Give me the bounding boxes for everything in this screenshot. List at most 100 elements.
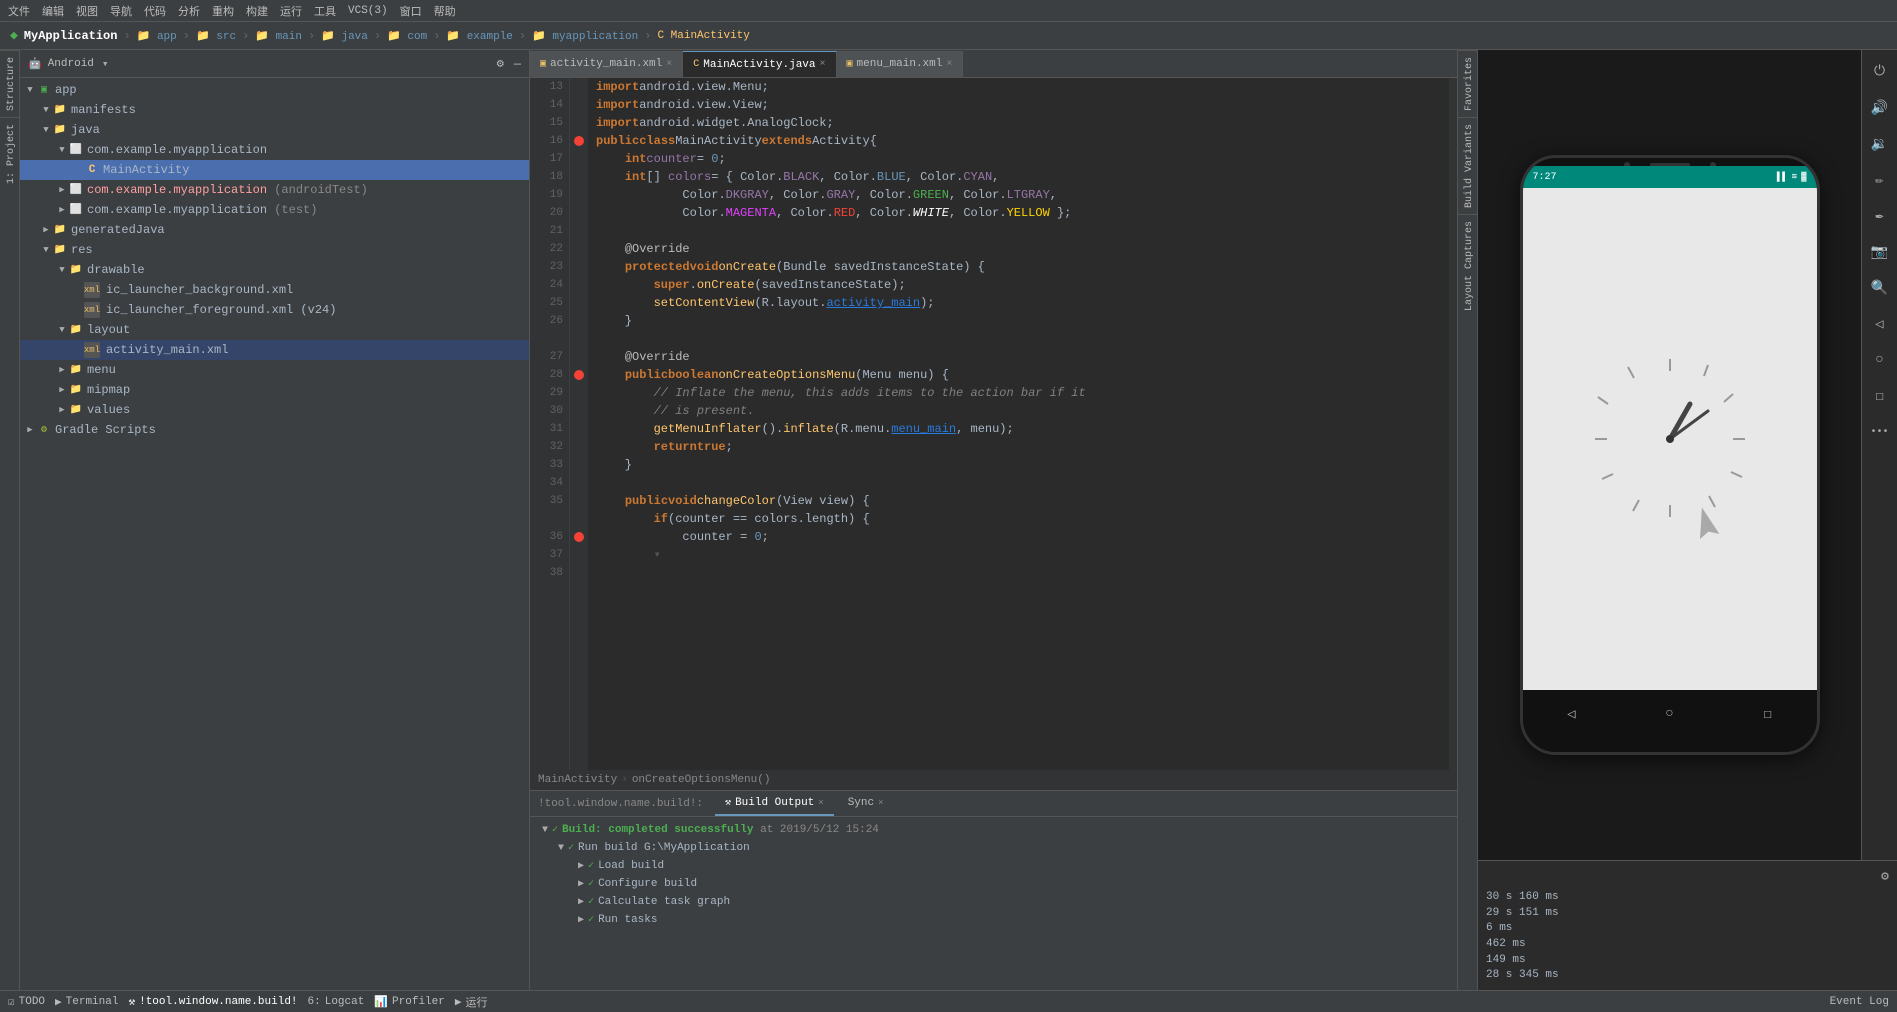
status-logcat[interactable]: 6: Logcat [308, 996, 365, 1008]
build-item-rungbuild[interactable]: ▼ ✓ Run build G:\MyApplication [538, 839, 1449, 857]
tree-item-generatedjava[interactable]: ▶ 📁 generatedJava [20, 220, 529, 240]
menu-window[interactable]: 窗口 [400, 3, 422, 19]
emulator-pencil-icon[interactable]: ✒ [1866, 202, 1894, 230]
tree-item-java[interactable]: ▼ 📁 java [20, 120, 529, 140]
status-profiler[interactable]: 📊 Profiler [374, 995, 445, 1009]
build-item-loadbuild[interactable]: ▶ ✓ Load build [538, 857, 1449, 875]
menu-navigate[interactable]: 导航 [110, 3, 132, 19]
editor-tabs: ▣ activity_main.xml × C MainActivity.jav… [530, 50, 1457, 78]
tree-settings-icon[interactable]: ⚙ [497, 56, 504, 71]
breadcrumb-com[interactable]: 📁 com [387, 29, 427, 43]
tree-item-values[interactable]: ▶ 📁 values [20, 400, 529, 420]
tree-item-drawable[interactable]: ▼ 📁 drawable [20, 260, 529, 280]
tree-item-manifests[interactable]: ▼ 📁 manifests [20, 100, 529, 120]
tab-activity-main-xml[interactable]: ▣ activity_main.xml × [530, 51, 683, 77]
breadcrumb-mainactivity[interactable]: C MainActivity [657, 30, 749, 42]
emulator-back-icon[interactable]: ◁ [1866, 310, 1894, 338]
breadcrumb-src[interactable]: 📁 src [196, 29, 236, 43]
tree-item-ic-bg[interactable]: xml ic_launcher_background.xml [20, 280, 529, 300]
tree-item-activity-main-xml[interactable]: xml activity_main.xml [20, 340, 529, 360]
status-run[interactable]: ▶ 运行 [455, 994, 488, 1010]
tree-item-gradle[interactable]: ▶ ⚙ Gradle Scripts [20, 420, 529, 440]
breadcrumb-example[interactable]: 📁 example [446, 29, 513, 43]
tab-activity-main-close[interactable]: × [666, 59, 672, 70]
breadcrumb-main[interactable]: 📁 main [255, 29, 302, 43]
code-area[interactable]: import android.view.Menu; import android… [588, 78, 1449, 770]
sync-close[interactable]: × [878, 798, 883, 808]
tree-item-mainactivity[interactable]: C MainActivity [20, 160, 529, 180]
recents-button[interactable]: ☐ [1750, 696, 1786, 732]
tree-item-ic-fg[interactable]: xml ic_launcher_foreground.xml (v24) [20, 300, 529, 320]
right-panel: 7:27 ▌▌ ≋ ▓ [1477, 50, 1897, 990]
emulator-rotate-icon[interactable]: ✏ [1866, 166, 1894, 194]
emulator-volume-up-icon[interactable]: 🔊 [1866, 94, 1894, 122]
status-build[interactable]: ⚒ !tool.window.name.build! [128, 995, 297, 1009]
sync-label: Sync [848, 797, 874, 809]
menu-help[interactable]: 帮助 [434, 3, 456, 19]
menu-view[interactable]: 视图 [76, 3, 98, 19]
tab-menu-main-xml[interactable]: ▣ menu_main.xml × [837, 51, 964, 77]
menu-vcs[interactable]: VCS(3) [348, 5, 388, 17]
status-event-log[interactable]: Event Log [1830, 996, 1889, 1008]
tab-build-output[interactable]: ⚒ Build Output × [715, 792, 834, 816]
tree-minimize-icon[interactable]: — [514, 57, 521, 71]
panel-label-layout-captures[interactable]: Layout Captures [1458, 214, 1477, 317]
panel-label-1[interactable]: 1: Project [0, 117, 19, 190]
breadcrumb-mainactivity-label[interactable]: MainActivity [538, 774, 617, 786]
tree-item-menu[interactable]: ▶ 📁 menu [20, 360, 529, 380]
tab-menu-main-close[interactable]: × [946, 59, 952, 70]
emulator-home-icon[interactable]: ○ [1866, 346, 1894, 374]
emulator-square-icon[interactable]: ☐ [1866, 382, 1894, 410]
panel-label-build-variants[interactable]: Build Variants [1458, 117, 1477, 214]
tree-dropdown-icon[interactable]: ▾ [102, 57, 109, 71]
breadcrumb-java[interactable]: 📁 java [321, 29, 368, 43]
breadcrumb-sep3: › [242, 29, 249, 43]
timing-row-1: 30 s 160 ms [1486, 890, 1559, 904]
tab-mainactivity-java[interactable]: C MainActivity.java × [683, 51, 836, 77]
run-icon: ▶ [455, 995, 462, 1009]
menu-refactor[interactable]: 重构 [212, 3, 234, 19]
back-button[interactable]: ◁ [1554, 696, 1590, 732]
breadcrumb-app[interactable]: 📁 app [137, 29, 177, 43]
menu-tools[interactable]: 工具 [314, 3, 336, 19]
panel-label-favorites[interactable]: Favorites [1458, 50, 1477, 117]
menu-edit[interactable]: 编辑 [42, 3, 64, 19]
build-item-root[interactable]: ▼ ✓ Build: completed successfully at 201… [538, 821, 1449, 839]
menu-file[interactable]: 文件 [8, 3, 30, 19]
build-item-runtasks[interactable]: ▶ ✓ Run tasks [538, 911, 1449, 929]
status-todo[interactable]: ☑ TODO [8, 995, 45, 1009]
build-output-close[interactable]: × [818, 798, 823, 808]
tree-item-layout[interactable]: ▼ 📁 layout [20, 320, 529, 340]
breadcrumb-myapp[interactable]: 📁 myapplication [532, 29, 638, 43]
tree-item-app[interactable]: ▼ ▣ app [20, 80, 529, 100]
emulator-power-icon[interactable]: ⏻ [1866, 58, 1894, 86]
phone-screen [1523, 188, 1817, 690]
emulator-more-icon[interactable]: ••• [1866, 418, 1894, 446]
tree-header: 🤖 Android ▾ ⚙ — [20, 50, 529, 78]
tree-item-res[interactable]: ▼ 📁 res [20, 240, 529, 260]
tab-sync[interactable]: Sync × [838, 792, 894, 816]
editor-scrollbar[interactable] [1449, 78, 1457, 770]
status-terminal[interactable]: ▶ Terminal [55, 995, 118, 1009]
emulator-screenshot-icon[interactable]: 📷 [1866, 238, 1894, 266]
home-button[interactable]: ○ [1652, 696, 1688, 732]
panel-label-structure[interactable]: Structure [0, 50, 19, 117]
menu-build[interactable]: 构建 [246, 3, 268, 19]
tab-mainactivity-close[interactable]: × [820, 59, 826, 70]
menu-analyze[interactable]: 分析 [178, 3, 200, 19]
emulator-zoom-icon[interactable]: 🔍 [1866, 274, 1894, 302]
tree-item-package-test[interactable]: ▶ ⬜ com.example.myapplication (test) [20, 200, 529, 220]
breadcrumb-oncreateoptionsmenu-label[interactable]: onCreateOptionsMenu() [632, 774, 771, 786]
status-bar-right: Event Log [1830, 996, 1889, 1008]
right-vertical-labels: Favorites Build Variants Layout Captures [1457, 50, 1477, 990]
menu-code[interactable]: 代码 [144, 3, 166, 19]
tree-item-mipmap[interactable]: ▶ 📁 mipmap [20, 380, 529, 400]
build-item-calculate[interactable]: ▶ ✓ Calculate task graph [538, 893, 1449, 911]
emulator-settings-icon[interactable]: ⚙ [1881, 869, 1889, 884]
build-item-configure[interactable]: ▶ ✓ Configure build [538, 875, 1449, 893]
emulator-volume-down-icon[interactable]: 🔉 [1866, 130, 1894, 158]
tab-mainactivity-label: MainActivity.java [703, 59, 815, 71]
tree-item-package-androidtest[interactable]: ▶ ⬜ com.example.myapplication (androidTe… [20, 180, 529, 200]
tree-item-package-main[interactable]: ▼ ⬜ com.example.myapplication [20, 140, 529, 160]
menu-run[interactable]: 运行 [280, 3, 302, 19]
